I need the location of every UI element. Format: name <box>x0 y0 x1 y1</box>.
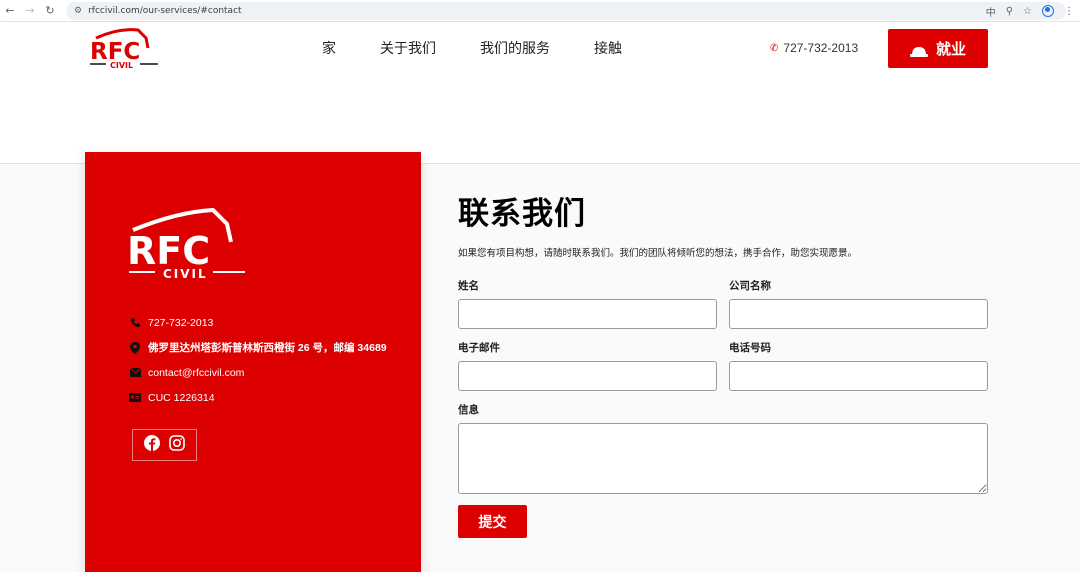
profile-icon[interactable] <box>1042 5 1054 17</box>
bookmark-star-icon[interactable]: ☆ <box>1023 6 1032 17</box>
contact-license: CUC 1226314 <box>129 385 387 410</box>
zoom-icon[interactable]: ⚲ <box>1006 6 1013 17</box>
url-text: rfccivil.com/our-services/#contact <box>88 6 242 16</box>
email-label: 电子邮件 <box>458 342 500 354</box>
svg-text:CIVIL: CIVIL <box>110 61 133 70</box>
contact-address: 佛罗里达州塔彭斯普林斯西橙街 26 号，邮编 34689 <box>129 335 387 360</box>
social-links <box>132 429 197 461</box>
form-description: 如果您有项目构想，请随时联系我们。我们的团队将倾听您的想法，携手合作，助您实现愿… <box>458 248 858 259</box>
site-settings-icon[interactable]: ⚙ <box>74 6 82 16</box>
jobs-button[interactable]: 就业 <box>888 29 988 68</box>
main-nav: 家 关于我们 我们的服务 接触 <box>322 22 666 73</box>
menu-icon[interactable]: ⋮ <box>1064 6 1074 17</box>
jobs-label: 就业 <box>935 40 966 58</box>
rfc-logo-white: RFC CIVIL <box>127 204 249 282</box>
company-field[interactable] <box>729 299 988 329</box>
company-label: 公司名称 <box>729 280 771 292</box>
envelope-icon <box>129 368 141 377</box>
email-field[interactable] <box>458 361 717 391</box>
page-title: 联系我们 <box>458 196 586 232</box>
contact-form: 联系我们 如果您有项目构想，请随时联系我们。我们的团队将倾听您的想法，携手合作，… <box>458 188 998 538</box>
header-phone-link[interactable]: ✆ 727-732-2013 <box>770 41 858 55</box>
svg-text:CIVIL: CIVIL <box>163 267 208 281</box>
nav-about[interactable]: 关于我们 <box>380 38 436 58</box>
address-bar[interactable]: ⚙ rfccivil.com/our-services/#contact <box>66 2 1066 20</box>
hero-band <box>0 73 1080 164</box>
message-field[interactable] <box>458 423 988 494</box>
browser-toolbar: ← → ↻ ⚙ rfccivil.com/our-services/#conta… <box>0 0 1080 22</box>
contact-email[interactable]: contact@rfccivil.com <box>129 360 387 385</box>
nav-home[interactable]: 家 <box>322 38 336 58</box>
header-phone-number: 727-732-2013 <box>783 41 859 55</box>
contact-list: 727-732-2013 佛罗里达州塔彭斯普林斯西橙街 26 号，邮编 3468… <box>129 310 387 410</box>
phone-icon <box>129 317 141 328</box>
facebook-icon[interactable] <box>143 435 160 455</box>
contact-info-panel: RFC CIVIL 727-732-2013 佛罗里达州塔彭斯普林斯西橙街 26… <box>85 152 421 572</box>
site-header: RFC CIVIL 家 关于我们 我们的服务 接触 ✆ 727-732-2013… <box>0 22 1080 73</box>
submit-button[interactable]: 提交 <box>458 505 527 538</box>
name-field[interactable] <box>458 299 717 329</box>
name-label: 姓名 <box>458 280 479 292</box>
contact-phone[interactable]: 727-732-2013 <box>129 310 387 335</box>
instagram-icon[interactable] <box>169 435 186 455</box>
rfc-logo[interactable]: RFC CIVIL <box>88 26 162 70</box>
back-icon[interactable]: ← <box>0 0 20 22</box>
id-card-icon <box>129 393 141 402</box>
nav-services[interactable]: 我们的服务 <box>480 38 550 58</box>
phone-label: 电话号码 <box>729 342 771 354</box>
message-label: 信息 <box>458 404 479 416</box>
phone-field[interactable] <box>729 361 988 391</box>
location-pin-icon <box>129 341 141 354</box>
translate-icon[interactable]: 中 <box>986 4 996 19</box>
phone-icon: ✆ <box>770 42 779 54</box>
reload-icon[interactable]: ↻ <box>40 0 60 22</box>
nav-contact[interactable]: 接触 <box>594 38 622 58</box>
forward-icon[interactable]: → <box>20 0 40 22</box>
hard-hat-icon <box>909 43 928 57</box>
